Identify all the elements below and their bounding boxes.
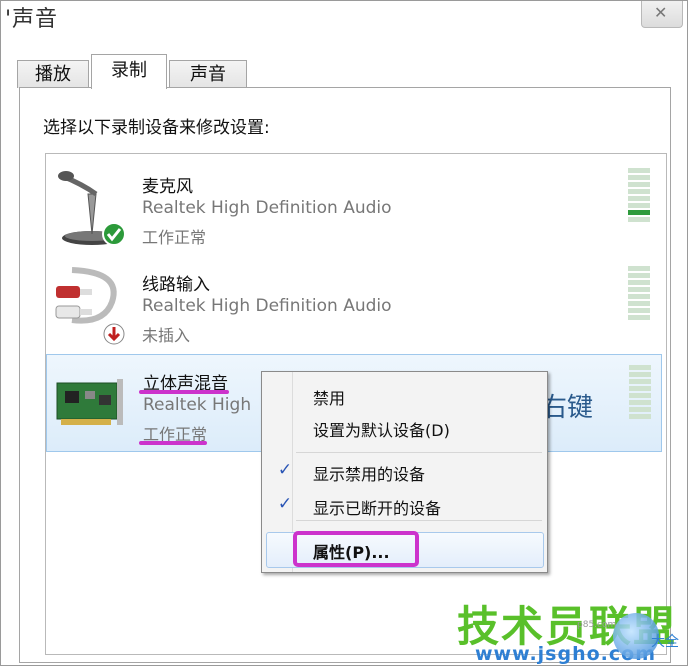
window-title: '声音 xyxy=(5,7,59,32)
device-status: 未插入 xyxy=(142,326,191,345)
microphone-icon xyxy=(58,171,126,246)
title-bar: '声音 ✕ xyxy=(1,1,687,49)
device-driver: Realtek High Definition Audio xyxy=(142,198,392,218)
level-meter xyxy=(629,365,651,429)
menu-separator xyxy=(296,520,542,521)
check-icon: ✓ xyxy=(277,460,293,480)
close-icon: ✕ xyxy=(654,3,668,22)
device-name: 麦克风 xyxy=(142,177,193,197)
menu-item-properties[interactable]: 属性(P)... xyxy=(313,539,390,563)
annotation-underline-name xyxy=(139,390,229,394)
menu-item-set-default[interactable]: 设置为默认设备(D) xyxy=(313,417,450,441)
device-driver: Realtek High Definition Audio xyxy=(142,296,392,316)
right-click-annotation: 右键 xyxy=(541,393,594,423)
annotation-underline-status xyxy=(139,441,207,445)
level-meter xyxy=(628,168,650,232)
device-driver: Realtek High xyxy=(143,395,252,415)
device-status: 工作正常 xyxy=(142,228,207,247)
tab-bar: 播放 录制 声音 xyxy=(17,54,677,89)
watermark-tiny: p85.com xyxy=(577,620,617,630)
level-meter xyxy=(628,266,650,330)
tab-playback[interactable]: 播放 xyxy=(17,60,89,88)
tab-sounds[interactable]: 声音 xyxy=(169,60,247,88)
device-name: 线路输入 xyxy=(142,275,210,295)
close-button[interactable]: ✕ xyxy=(641,1,683,28)
device-row-line-in[interactable]: 线路输入 Realtek High Definition Audio 未插入 xyxy=(46,256,664,352)
check-icon: ✓ xyxy=(277,494,293,514)
sound-dialog: '声音 ✕ 播放 录制 声音 选择以下录制设备来修改设置: 麦克风 Realte… xyxy=(0,0,688,666)
menu-item-show-disconnected[interactable]: 显示已断开的设备 xyxy=(313,495,441,519)
line-in-cable-icon xyxy=(55,267,125,345)
menu-item-disable[interactable]: 禁用 xyxy=(313,385,345,409)
device-row-microphone[interactable]: 麦克风 Realtek High Definition Audio 工作正常 xyxy=(46,158,664,254)
instruction-text: 选择以下录制设备来修改设置: xyxy=(43,118,270,138)
tab-recording[interactable]: 录制 xyxy=(91,54,167,89)
menu-separator xyxy=(296,452,542,453)
sound-card-icon xyxy=(56,379,123,425)
menu-item-show-disabled[interactable]: 显示禁用的设备 xyxy=(313,461,425,485)
watermark-small: 大全 xyxy=(651,634,679,650)
